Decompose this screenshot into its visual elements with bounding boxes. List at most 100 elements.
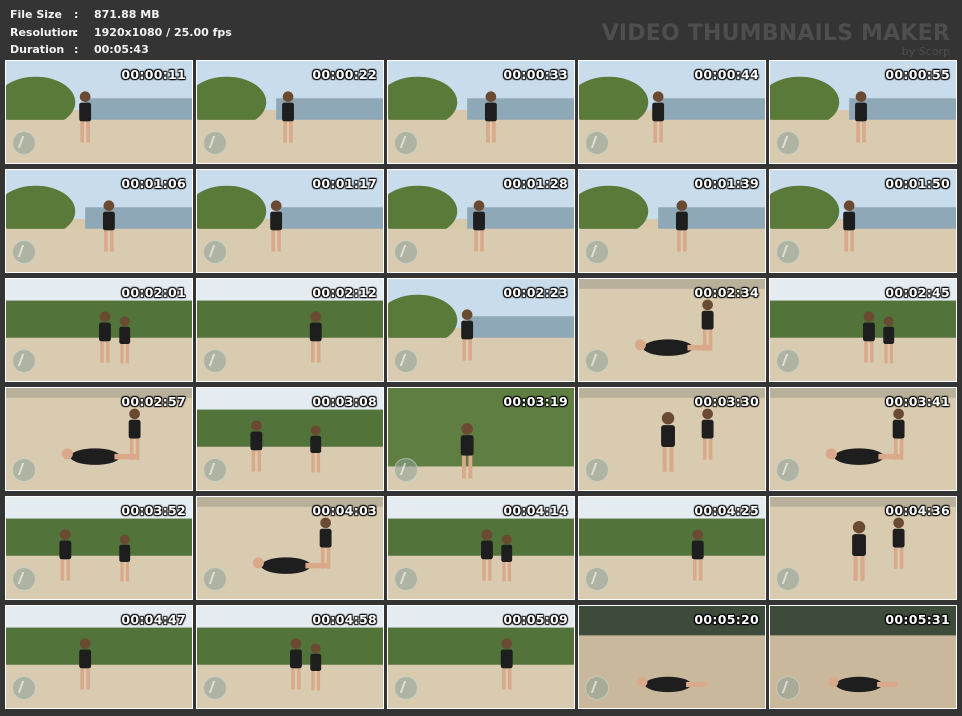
channel-logo-icon bbox=[394, 349, 418, 373]
timestamp-label: 00:01:39 bbox=[694, 176, 759, 191]
timestamp-label: 00:00:22 bbox=[312, 67, 377, 82]
separator: : bbox=[74, 8, 79, 21]
channel-logo-icon bbox=[776, 676, 800, 700]
thumbnail-8[interactable]: 00:01:28 bbox=[387, 169, 575, 273]
channel-logo-icon bbox=[394, 240, 418, 264]
thumbnail-1[interactable]: 00:00:11 bbox=[5, 60, 193, 164]
timestamp-label: 00:01:28 bbox=[503, 176, 568, 191]
channel-logo-icon bbox=[394, 131, 418, 155]
file-size-row: File Size : 871.88 MB bbox=[10, 6, 232, 24]
timestamp-label: 00:00:33 bbox=[503, 67, 568, 82]
thumbnail-28[interactable]: 00:05:09 bbox=[387, 605, 575, 709]
timestamp-label: 00:01:50 bbox=[885, 176, 950, 191]
thumbnail-13[interactable]: 00:02:23 bbox=[387, 278, 575, 382]
channel-logo-icon bbox=[203, 676, 227, 700]
resolution-row: Resolution : 1920x1080 / 25.00 fps bbox=[10, 24, 232, 42]
thumbnail-2[interactable]: 00:00:22 bbox=[196, 60, 384, 164]
timestamp-label: 00:00:55 bbox=[885, 67, 950, 82]
thumbnail-30[interactable]: 00:05:31 bbox=[769, 605, 957, 709]
thumbnail-18[interactable]: 00:03:19 bbox=[387, 387, 575, 491]
timestamp-label: 00:03:08 bbox=[312, 394, 377, 409]
timestamp-label: 00:02:12 bbox=[312, 285, 377, 300]
timestamp-label: 00:03:30 bbox=[694, 394, 759, 409]
watermark-subtitle: by Scorp bbox=[901, 45, 950, 58]
channel-logo-icon bbox=[394, 676, 418, 700]
timestamp-label: 00:02:01 bbox=[121, 285, 186, 300]
channel-logo-icon bbox=[203, 240, 227, 264]
thumbnail-29[interactable]: 00:05:20 bbox=[578, 605, 766, 709]
thumbnail-grid: 00:00:11 00:00:22 00:00:33 00:00:44 00:00:55… bbox=[5, 60, 957, 709]
thumbnail-10[interactable]: 00:01:50 bbox=[769, 169, 957, 273]
thumbnail-11[interactable]: 00:02:01 bbox=[5, 278, 193, 382]
channel-logo-icon bbox=[585, 131, 609, 155]
timestamp-label: 00:04:25 bbox=[694, 503, 759, 518]
channel-logo-icon bbox=[776, 567, 800, 591]
channel-logo-icon bbox=[203, 131, 227, 155]
thumbnail-4[interactable]: 00:00:44 bbox=[578, 60, 766, 164]
channel-logo-icon bbox=[776, 349, 800, 373]
channel-logo-icon bbox=[776, 240, 800, 264]
thumbnail-20[interactable]: 00:03:41 bbox=[769, 387, 957, 491]
thumbnail-7[interactable]: 00:01:17 bbox=[196, 169, 384, 273]
channel-logo-icon bbox=[585, 240, 609, 264]
channel-logo-icon bbox=[394, 567, 418, 591]
timestamp-label: 00:03:41 bbox=[885, 394, 950, 409]
duration-row: Duration : 00:05:43 bbox=[10, 41, 232, 59]
channel-logo-icon bbox=[203, 349, 227, 373]
channel-logo-icon bbox=[585, 349, 609, 373]
watermark-title: VIDEO THUMBNAILS MAKER bbox=[601, 21, 950, 46]
thumbnail-9[interactable]: 00:01:39 bbox=[578, 169, 766, 273]
thumbnail-6[interactable]: 00:01:06 bbox=[5, 169, 193, 273]
thumbnail-14[interactable]: 00:02:34 bbox=[578, 278, 766, 382]
timestamp-label: 00:03:52 bbox=[121, 503, 186, 518]
thumbnail-5[interactable]: 00:00:55 bbox=[769, 60, 957, 164]
channel-logo-icon bbox=[203, 567, 227, 591]
thumbnail-16[interactable]: 00:02:57 bbox=[5, 387, 193, 491]
thumbnail-22[interactable]: 00:04:03 bbox=[196, 496, 384, 600]
channel-logo-icon bbox=[12, 676, 36, 700]
thumbnail-17[interactable]: 00:03:08 bbox=[196, 387, 384, 491]
channel-logo-icon bbox=[585, 458, 609, 482]
channel-logo-icon bbox=[12, 131, 36, 155]
thumbnail-19[interactable]: 00:03:30 bbox=[578, 387, 766, 491]
channel-logo-icon bbox=[12, 567, 36, 591]
thumbnail-23[interactable]: 00:04:14 bbox=[387, 496, 575, 600]
channel-logo-icon bbox=[12, 349, 36, 373]
file-size-value: 871.88 MB bbox=[94, 8, 160, 21]
timestamp-label: 00:03:19 bbox=[503, 394, 568, 409]
file-size-label: File Size bbox=[10, 8, 62, 21]
watermark-logo: VIDEO THUMBNAILS MAKER by Scorp bbox=[602, 22, 950, 58]
thumbnail-27[interactable]: 00:04:58 bbox=[196, 605, 384, 709]
timestamp-label: 00:02:57 bbox=[121, 394, 186, 409]
timestamp-label: 00:01:17 bbox=[312, 176, 377, 191]
duration-value: 00:05:43 bbox=[94, 43, 149, 56]
thumbnail-24[interactable]: 00:04:25 bbox=[578, 496, 766, 600]
resolution-label: Resolution bbox=[10, 25, 77, 39]
timestamp-label: 00:04:36 bbox=[885, 503, 950, 518]
thumbnail-26[interactable]: 00:04:47 bbox=[5, 605, 193, 709]
file-info-panel: File Size : 871.88 MB Resolution : 1920x… bbox=[10, 6, 232, 59]
timestamp-label: 00:05:09 bbox=[503, 612, 568, 627]
thumbnail-25[interactable]: 00:04:36 bbox=[769, 496, 957, 600]
channel-logo-icon bbox=[585, 567, 609, 591]
separator: : bbox=[74, 25, 79, 39]
timestamp-label: 00:00:11 bbox=[121, 67, 186, 82]
thumbnail-3[interactable]: 00:00:33 bbox=[387, 60, 575, 164]
timestamp-label: 00:05:31 bbox=[885, 612, 950, 627]
channel-logo-icon bbox=[776, 131, 800, 155]
thumbnail-12[interactable]: 00:02:12 bbox=[196, 278, 384, 382]
resolution-value: 1920x1080 / 25.00 fps bbox=[94, 25, 232, 39]
timestamp-label: 00:04:47 bbox=[121, 612, 186, 627]
separator: : bbox=[74, 43, 79, 56]
thumbnail-21[interactable]: 00:03:52 bbox=[5, 496, 193, 600]
channel-logo-icon bbox=[394, 458, 418, 482]
timestamp-label: 00:04:58 bbox=[312, 612, 377, 627]
channel-logo-icon bbox=[776, 458, 800, 482]
channel-logo-icon bbox=[585, 676, 609, 700]
thumbnail-15[interactable]: 00:02:45 bbox=[769, 278, 957, 382]
timestamp-label: 00:04:03 bbox=[312, 503, 377, 518]
timestamp-label: 00:00:44 bbox=[694, 67, 759, 82]
duration-label: Duration bbox=[10, 43, 65, 56]
channel-logo-icon bbox=[12, 240, 36, 264]
channel-logo-icon bbox=[12, 458, 36, 482]
